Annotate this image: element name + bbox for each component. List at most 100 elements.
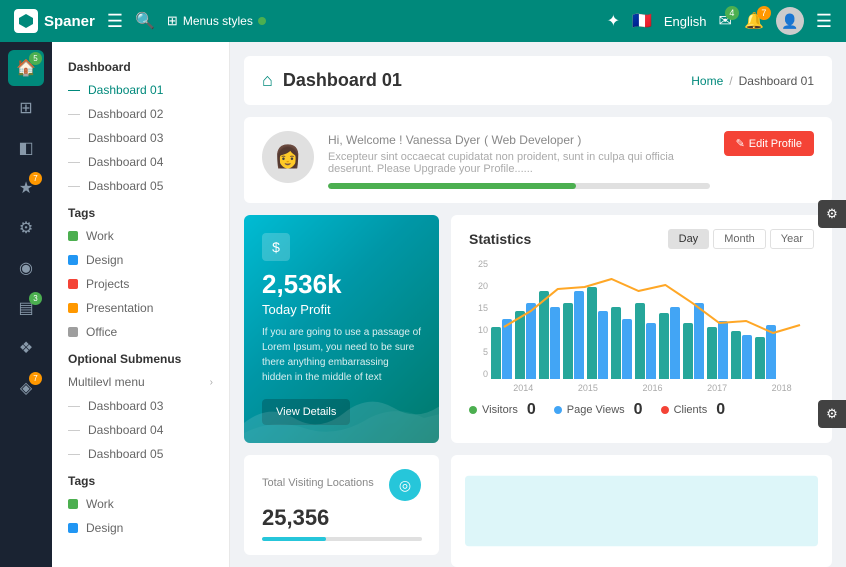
menu-item-dashboard05[interactable]: Dashboard 05	[52, 174, 229, 198]
menu-tag-presentation[interactable]: Presentation	[52, 296, 229, 320]
legend-pageviews: Page Views 0	[554, 401, 643, 419]
menu-section-optional: Optional Submenus	[52, 344, 229, 370]
gear-button-bottom[interactable]: ⚙	[818, 400, 846, 428]
search-icon[interactable]: 🔍	[135, 11, 155, 31]
legend-visitors: Visitors 0	[469, 401, 536, 419]
logo-icon	[14, 9, 38, 33]
chart-bar-group-11	[731, 331, 752, 379]
welcome-content: Hi, Welcome ! Vanessa Dyer ( Web Develop…	[328, 131, 710, 189]
breadcrumb-separator: /	[729, 74, 732, 88]
mail-badge: 4	[725, 6, 739, 20]
sidebar: 🏠 5 ⊞ ◧ ★ 7 ⚙ ◉ ▤ 3 ❖ ◈ 7	[0, 42, 52, 567]
flag-icon[interactable]: 🇫🇷	[632, 11, 652, 31]
user-avatar[interactable]: 👤	[776, 7, 804, 35]
edit-icon: ✎	[736, 137, 745, 150]
profit-amount: 2,536k	[262, 269, 421, 300]
sidebar-item-settings[interactable]: ⚙	[8, 210, 44, 246]
visiting-card: Total Visiting Locations ◎ 25,356	[244, 455, 439, 555]
menu-section-tags2: Tags	[52, 466, 229, 492]
legend-clients: Clients 0	[661, 401, 726, 419]
tab-month[interactable]: Month	[713, 229, 766, 249]
menu-tag-projects[interactable]: Projects	[52, 272, 229, 296]
menu-panel: Dashboard Dashboard 01 Dashboard 02 Dash…	[52, 42, 230, 567]
main-content: ⌂ Dashboard 01 Home / Dashboard 01 👩 Hi,…	[230, 42, 846, 567]
bell-icon[interactable]: 🔔 7	[744, 11, 764, 31]
menu-item-dashboard02[interactable]: Dashboard 02	[52, 102, 229, 126]
menu-item-dashboard03[interactable]: Dashboard 03	[52, 126, 229, 150]
stats-row: $ 2,536k Today Profit If you are going t…	[244, 215, 832, 443]
menus-styles-btn[interactable]: ⊞ Menus styles	[167, 13, 266, 29]
statistics-title: Statistics	[469, 231, 531, 247]
sidebar-item-layers2[interactable]: ❖	[8, 330, 44, 366]
welcome-card: 👩 Hi, Welcome ! Vanessa Dyer ( Web Devel…	[244, 117, 832, 203]
tab-day[interactable]: Day	[668, 229, 710, 249]
visiting-icon-button[interactable]: ◎	[389, 469, 421, 501]
dollar-icon: $	[262, 233, 290, 261]
menu-item-dashboard05b[interactable]: Dashboard 05	[52, 442, 229, 466]
top-navigation: Spaner ☰ 🔍 ⊞ Menus styles ✦ 🇫🇷 English ✉…	[0, 0, 846, 42]
sidebar-home-badge: 5	[29, 52, 42, 65]
sidebar-item-bell2[interactable]: ◈ 7	[8, 370, 44, 406]
menu-tag-office[interactable]: Office	[52, 320, 229, 344]
sidebar-item-chart[interactable]: ▤ 3	[8, 290, 44, 326]
chart-bar-group-7	[635, 303, 656, 379]
breadcrumb: Home / Dashboard 01	[691, 74, 814, 88]
menu-tag-work2[interactable]: Work	[52, 492, 229, 516]
mail-icon[interactable]: ✉ 4	[719, 11, 732, 31]
sidebar-item-layers[interactable]: ◧	[8, 130, 44, 166]
sparkle-icon[interactable]: ✦	[607, 11, 620, 31]
menu-item-dashboard03b[interactable]: Dashboard 03	[52, 394, 229, 418]
chart-bar-group-8	[659, 307, 680, 379]
welcome-title: Hi, Welcome ! Vanessa Dyer ( Web Develop…	[328, 131, 710, 147]
chart-bar-group-2	[515, 303, 536, 379]
menu-section-tags: Tags	[52, 198, 229, 224]
chart-bar-group-6	[611, 307, 632, 379]
map-placeholder	[451, 455, 832, 567]
menu-tag-work[interactable]: Work	[52, 224, 229, 248]
sidebar-bell2-badge: 7	[29, 372, 42, 385]
chart-bar-group-1	[491, 319, 512, 379]
visiting-title: Total Visiting Locations	[262, 477, 374, 489]
app-name: Spaner	[44, 13, 95, 30]
statistics-card: Statistics Day Month Year 25 20 15	[451, 215, 832, 443]
menu-item-dashboard04[interactable]: Dashboard 04	[52, 150, 229, 174]
language-label[interactable]: English	[664, 14, 707, 29]
chart-bar-group-9	[683, 303, 704, 379]
breadcrumb-home[interactable]: Home	[691, 74, 723, 88]
gear-button-top[interactable]: ⚙	[818, 200, 846, 228]
dashboard-icon: ⌂	[262, 70, 273, 91]
page-title: Dashboard 01	[283, 70, 402, 91]
sidebar-item-star[interactable]: ★ 7	[8, 170, 44, 206]
page-header: ⌂ Dashboard 01 Home / Dashboard 01	[244, 56, 832, 105]
chart-bar-group-12	[755, 325, 776, 379]
chart-area: 25 20 15 10 5 0	[469, 259, 814, 393]
statistics-header: Statistics Day Month Year	[469, 229, 814, 249]
menu-item-dashboard01[interactable]: Dashboard 01	[52, 78, 229, 102]
tab-year[interactable]: Year	[770, 229, 814, 249]
menu-submenu-multilevel[interactable]: Multilevl menu ›	[52, 370, 229, 394]
nav-menu-icon[interactable]: ☰	[816, 11, 832, 32]
profit-description: If you are going to use a passage of Lor…	[262, 325, 421, 385]
menu-tag-design2[interactable]: Design	[52, 516, 229, 540]
welcome-progress-bar	[328, 183, 710, 189]
breadcrumb-current: Dashboard 01	[739, 74, 814, 88]
statistics-tabs: Day Month Year	[668, 229, 814, 249]
bell-badge: 7	[757, 6, 771, 20]
visiting-progress-bar	[262, 537, 422, 541]
chart-legend: Visitors 0 Page Views 0 Clients 0	[469, 401, 814, 419]
edit-profile-button[interactable]: ✎ Edit Profile	[724, 131, 814, 156]
welcome-text: Excepteur sint occaecat cupidatat non pr…	[328, 151, 710, 175]
sidebar-item-home[interactable]: 🏠 5	[8, 50, 44, 86]
hamburger-icon[interactable]: ☰	[107, 11, 123, 32]
welcome-avatar: 👩	[262, 131, 314, 183]
sidebar-item-user[interactable]: ◉	[8, 250, 44, 286]
chart-bar-group-10	[707, 321, 728, 379]
sidebar-chart-badge: 3	[29, 292, 42, 305]
menu-item-dashboard04b[interactable]: Dashboard 04	[52, 418, 229, 442]
menu-tag-design[interactable]: Design	[52, 248, 229, 272]
profit-label: Today Profit	[262, 302, 421, 317]
sidebar-item-grid[interactable]: ⊞	[8, 90, 44, 126]
menu-section-dashboard: Dashboard	[52, 52, 229, 78]
visiting-count: 25,356	[262, 505, 329, 531]
app-logo[interactable]: Spaner	[14, 9, 95, 33]
